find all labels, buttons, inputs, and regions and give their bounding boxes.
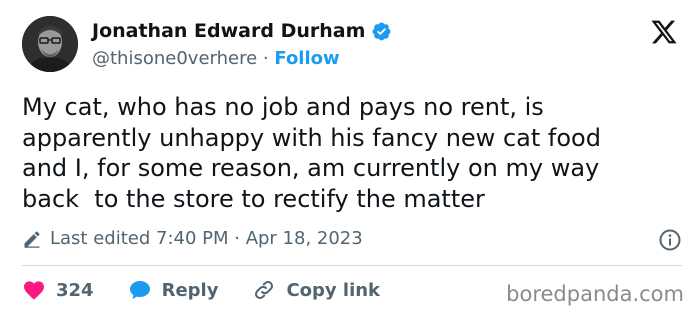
edited-timestamp: Last edited 7:40 PM · Apr 18, 2023	[50, 228, 363, 249]
x-logo-icon[interactable]	[650, 18, 678, 46]
verified-badge-icon	[371, 21, 392, 42]
watermark: boredpanda.com	[506, 282, 684, 306]
reply-button[interactable]: Reply	[128, 278, 219, 302]
link-icon	[252, 278, 276, 302]
handle-row: @thisone0verhere · Follow	[92, 48, 340, 69]
follow-button[interactable]: Follow	[274, 48, 339, 69]
copy-link-label: Copy link	[286, 279, 381, 301]
reply-bubble-icon	[128, 278, 152, 302]
reply-label: Reply	[161, 279, 219, 301]
action-bar: 324 Reply Copy link	[22, 278, 414, 302]
divider	[22, 265, 682, 266]
author-name[interactable]: Jonathan Edward Durham	[92, 20, 365, 42]
handle-separator: ·	[262, 48, 269, 69]
tweet-text: My cat, who has no job and pays no rent,…	[22, 93, 601, 213]
info-icon[interactable]	[658, 228, 682, 252]
like-button[interactable]: 324	[22, 278, 94, 302]
like-count: 324	[56, 279, 94, 301]
avatar[interactable]	[22, 16, 78, 72]
edited-timestamp-row[interactable]: Last edited 7:40 PM · Apr 18, 2023	[22, 228, 363, 249]
author-name-row: Jonathan Edward Durham	[92, 20, 392, 42]
heart-icon	[22, 278, 46, 302]
copy-link-button[interactable]: Copy link	[252, 278, 380, 302]
pencil-icon	[22, 229, 42, 249]
author-handle[interactable]: @thisone0verhere	[92, 48, 257, 69]
